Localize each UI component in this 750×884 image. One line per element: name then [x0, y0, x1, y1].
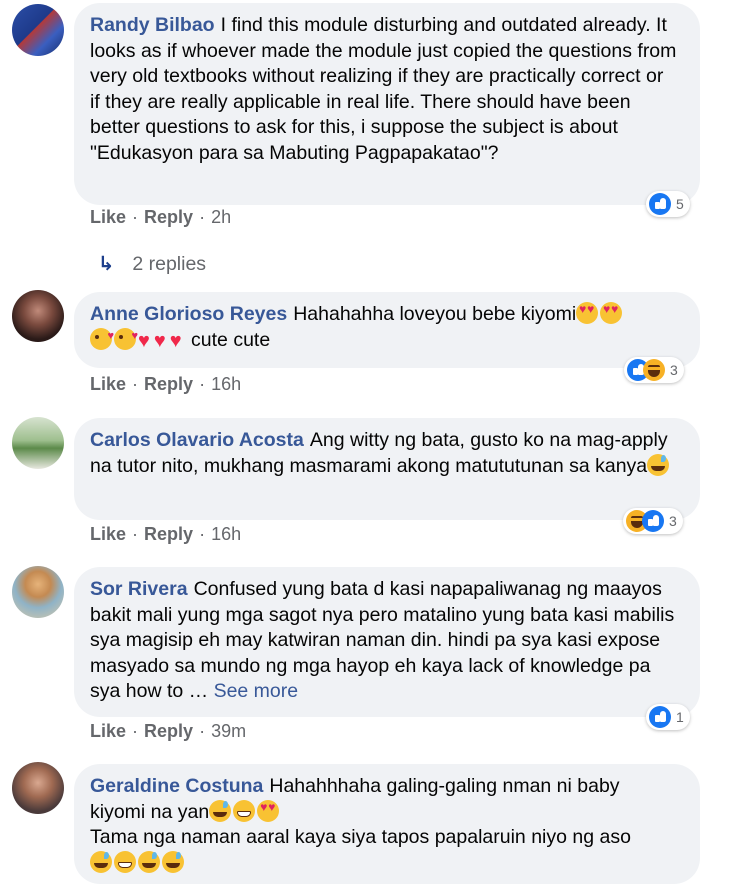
like-link[interactable]: Like [90, 374, 126, 394]
reaction-summary[interactable]: 1 [646, 704, 690, 730]
comment-bubble: Geraldine Costuna Hahahhhaha galing-galin… [74, 764, 700, 884]
sweat-smile-emoji-icon [647, 453, 670, 476]
reaction-count: 3 [669, 513, 677, 529]
reply-arrow-icon: ↳ [98, 253, 115, 275]
like-link[interactable]: Like [90, 524, 126, 544]
blowing-kiss-emoji-icon [90, 324, 114, 350]
grimacing-emoji-icon [233, 799, 256, 822]
comment-text-2: Tama nga naman aaral kaya siya tapos pap… [90, 826, 631, 848]
comment-bubble: Carlos Olavario Acosta Ang witty ng bata,… [74, 418, 700, 520]
comment-author[interactable]: Geraldine Costuna [90, 775, 263, 797]
like-reaction-icon [649, 193, 671, 215]
separator-dot: · [199, 524, 206, 544]
comment-bubble: Anne Glorioso Reyes Hahahahha loveyou beb… [74, 292, 700, 368]
see-more-link[interactable]: See more [214, 680, 299, 702]
reply-link[interactable]: Reply [144, 524, 193, 544]
like-reaction-icon [642, 510, 664, 532]
view-replies-link[interactable]: ↳ 2 replies [98, 252, 206, 276]
avatar[interactable] [12, 290, 64, 342]
like-link[interactable]: Like [90, 207, 126, 227]
comment-text: Hahahahha loveyou bebe kiyomi [293, 303, 577, 325]
avatar[interactable] [12, 762, 64, 814]
comment-time[interactable]: 39m [211, 721, 246, 741]
blowing-kiss-emoji-icon [114, 324, 138, 350]
heart-emoji-icon: ♥ [138, 329, 150, 352]
comment-actions: Like · Reply · 16h [90, 524, 241, 545]
reaction-summary[interactable]: 5 [646, 191, 690, 217]
comment-text-2: cute cute [191, 328, 271, 351]
sweat-smile-emoji-icon [138, 850, 160, 873]
comment-bubble: Randy Bilbao I find this module disturbin… [74, 3, 700, 205]
sweat-smile-emoji-icon [90, 850, 112, 873]
sweat-smile-emoji-icon [162, 850, 184, 873]
reaction-summary[interactable]: 3 [623, 508, 683, 534]
reaction-count: 5 [676, 196, 684, 212]
heart-eyes-emoji-icon [576, 302, 599, 324]
separator-dot: · [132, 721, 139, 741]
avatar[interactable] [12, 566, 64, 618]
reply-link[interactable]: Reply [144, 721, 193, 741]
heart-emoji-icon: ♥ [153, 329, 166, 352]
separator-dot: · [132, 207, 139, 227]
heart-emoji-icon: ♥ [169, 329, 182, 352]
comment-author[interactable]: Carlos Olavario Acosta [90, 429, 304, 451]
separator-dot: · [132, 524, 139, 544]
separator-dot: · [199, 374, 206, 394]
comment-time[interactable]: 16h [211, 524, 241, 544]
like-reaction-icon [649, 706, 671, 728]
comment-time[interactable]: 16h [211, 374, 241, 394]
comment-author[interactable]: Randy Bilbao [90, 14, 215, 36]
comment-actions: Like · Reply · 2h [90, 207, 231, 228]
comment-author[interactable]: Anne Glorioso Reyes [90, 303, 287, 325]
grimacing-emoji-icon [114, 850, 136, 873]
comment-actions: Like · Reply · 16h [90, 374, 241, 395]
comment-author[interactable]: Sor Rivera [90, 578, 188, 600]
replies-count-label: 2 replies [132, 253, 207, 275]
avatar[interactable] [12, 417, 64, 469]
haha-reaction-icon [643, 359, 665, 381]
avatar[interactable] [12, 4, 64, 56]
heart-eyes-emoji-icon [257, 799, 280, 822]
separator-dot: · [199, 207, 206, 227]
like-link[interactable]: Like [90, 721, 126, 741]
separator-dot: · [132, 374, 139, 394]
comment-text: I find this module disturbing and outdat… [90, 14, 677, 164]
separator-dot: · [199, 721, 206, 741]
reply-link[interactable]: Reply [144, 207, 193, 227]
heart-eyes-emoji-icon [600, 302, 623, 324]
reaction-summary[interactable]: 3 [624, 357, 684, 383]
reply-link[interactable]: Reply [144, 374, 193, 394]
comment-time[interactable]: 2h [211, 207, 231, 227]
comment-actions: Like · Reply · 39m [90, 721, 246, 742]
reaction-count: 1 [676, 709, 684, 725]
sweat-smile-emoji-icon [209, 799, 232, 822]
reaction-count: 3 [670, 362, 678, 378]
comment-bubble: Sor Rivera Confused yung bata d kasi napa… [74, 567, 700, 717]
